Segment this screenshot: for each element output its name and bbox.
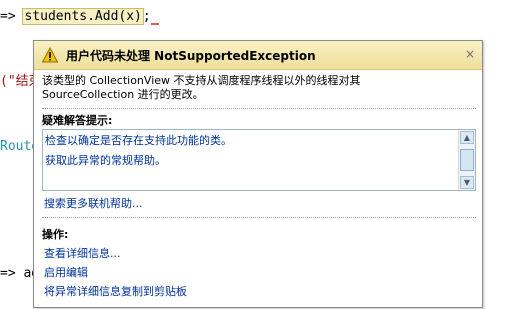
actions-title: 操作: (42, 228, 69, 241)
troubleshooting-list: 检查以确定是否存在支持此功能的类。 获取此异常的常规帮助。 ▲ ▼ (42, 129, 476, 191)
tips-list: 检查以确定是否存在支持此功能的类。 获取此异常的常规帮助。 (45, 131, 461, 171)
exception-assistant-popup: 用户代码未处理 NotSupportedException × 该类型的 Col… (33, 40, 483, 308)
code-arrow: => (0, 9, 24, 24)
code-line-add: => students.Add(x); (0, 8, 159, 25)
exception-message: 该类型的 CollectionView 不支持从调度程序线程以外的线程对其 So… (42, 74, 472, 102)
message-line-1: 该类型的 CollectionView 不支持从调度程序线程以外的线程对其 (42, 74, 361, 87)
scroll-down-icon[interactable]: ▼ (460, 176, 474, 189)
divider (42, 217, 476, 218)
copy-exception-link[interactable]: 将异常详细信息复制到剪贴板 (44, 283, 187, 299)
search-online-help-link[interactable]: 搜索更多联机帮助... (44, 195, 143, 211)
error-squiggle (150, 11, 159, 25)
tips-scrollbar[interactable]: ▲ ▼ (458, 130, 475, 190)
scroll-up-icon[interactable]: ▲ (460, 131, 474, 144)
enable-editing-link[interactable]: 启用编辑 (44, 264, 88, 280)
code-highlight-statement[interactable]: students.Add(x) (22, 8, 144, 25)
view-detail-link[interactable]: 查看详细信息... (44, 245, 121, 261)
tip-link-general-help[interactable]: 获取此异常的常规帮助。 (45, 151, 461, 171)
tip-link-check-class[interactable]: 检查以确定是否存在支持此功能的类。 (45, 131, 461, 151)
troubleshooting-title: 疑难解答提示: (42, 114, 113, 127)
exception-header: 用户代码未处理 NotSupportedException × (34, 41, 482, 70)
divider (42, 108, 476, 109)
warning-icon (42, 47, 58, 63)
scroll-thumb[interactable] (460, 149, 474, 171)
exception-title: 用户代码未处理 NotSupportedException (66, 49, 316, 63)
close-icon[interactable]: × (465, 47, 475, 61)
code-semicolon: ; (142, 9, 151, 24)
message-line-2: SourceCollection 进行的更改。 (42, 88, 204, 101)
